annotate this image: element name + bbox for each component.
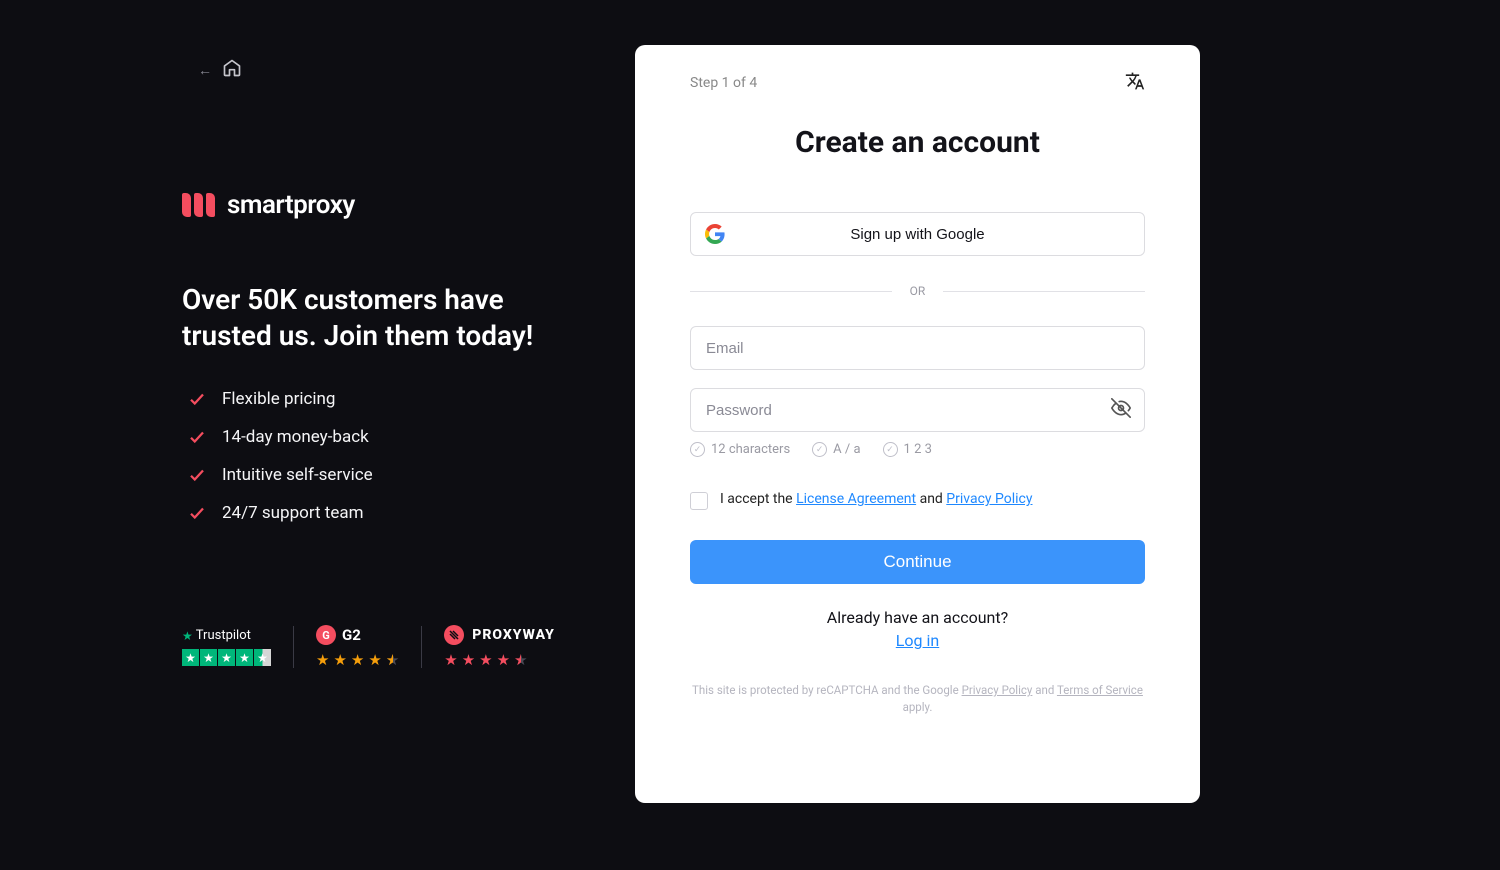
logo-mark-icon <box>182 193 215 217</box>
benefit-label: Flexible pricing <box>222 389 335 409</box>
reviews-row: ★ Trustpilot ★★★★★ G G2 ★★★★★ PROXYWAY ★… <box>182 625 577 669</box>
headline: Over 50K customers have trusted us. Join… <box>182 282 582 355</box>
google-signup-label: Sign up with Google <box>850 226 984 243</box>
g2-rating-icon: ★★★★★ <box>316 651 399 669</box>
benefit-label: 24/7 support team <box>222 503 364 523</box>
benefit-item: 14-day money-back <box>188 427 582 447</box>
proxyway-rating-icon: ★★★★★ <box>444 651 555 669</box>
pw-req-label: 12 characters <box>711 442 790 457</box>
g2-label: G2 <box>342 626 361 644</box>
eye-off-icon[interactable] <box>1111 398 1131 422</box>
proxyway-logo-icon <box>444 625 464 645</box>
consent-checkbox[interactable] <box>690 492 708 510</box>
card-title: Create an account <box>690 125 1145 160</box>
recaptcha-privacy-link[interactable]: Privacy Policy <box>962 683 1033 697</box>
or-label: OR <box>910 284 926 298</box>
email-input[interactable] <box>690 326 1145 370</box>
language-icon[interactable] <box>1125 71 1145 95</box>
password-input[interactable] <box>690 388 1145 432</box>
check-circle-icon: ✓ <box>883 442 898 457</box>
recaptcha-notice: This site is protected by reCAPTCHA and … <box>690 682 1145 717</box>
check-icon <box>188 504 206 522</box>
trustpilot-label: Trustpilot <box>196 628 251 643</box>
continue-button[interactable]: Continue <box>690 540 1145 584</box>
password-requirements: ✓ 12 characters ✓ A / a ✓ 1 2 3 <box>690 442 1145 457</box>
login-prompt: Already have an account? Log in <box>690 608 1145 650</box>
check-circle-icon: ✓ <box>690 442 705 457</box>
trustpilot-rating-icon: ★★★★★ <box>182 649 271 666</box>
benefit-item: Intuitive self-service <box>188 465 582 485</box>
signup-card: Step 1 of 4 Create an account Sign up wi… <box>635 45 1200 803</box>
trustpilot-star-icon: ★ <box>182 629 193 643</box>
marketing-panel: smartproxy Over 50K customers have trust… <box>182 190 582 541</box>
brand-name: smartproxy <box>227 190 355 220</box>
pw-req-label: 1 2 3 <box>904 442 932 457</box>
benefit-item: Flexible pricing <box>188 389 582 409</box>
proxyway-label: PROXYWAY <box>472 627 555 643</box>
back-home-link[interactable]: ← <box>198 58 242 82</box>
benefit-item: 24/7 support team <box>188 503 582 523</box>
proxyway-review: PROXYWAY ★★★★★ <box>422 625 577 669</box>
or-divider: OR <box>690 284 1145 298</box>
g2-review: G G2 ★★★★★ <box>294 625 421 669</box>
step-indicator: Step 1 of 4 <box>690 75 757 91</box>
check-icon <box>188 466 206 484</box>
back-arrow-icon: ← <box>198 62 212 79</box>
home-icon <box>222 58 242 82</box>
check-icon <box>188 390 206 408</box>
check-circle-icon: ✓ <box>812 442 827 457</box>
consent-row: I accept the License Agreement and Priva… <box>690 491 1145 510</box>
pw-req-label: A / a <box>833 442 860 457</box>
benefit-label: 14-day money-back <box>222 427 369 447</box>
brand-logo: smartproxy <box>182 190 582 220</box>
google-signup-button[interactable]: Sign up with Google <box>690 212 1145 256</box>
trustpilot-review: ★ Trustpilot ★★★★★ <box>182 628 293 666</box>
check-icon <box>188 428 206 446</box>
consent-text: I accept the License Agreement and Priva… <box>720 491 1032 507</box>
recaptcha-terms-link[interactable]: Terms of Service <box>1057 683 1143 697</box>
benefits-list: Flexible pricing 14-day money-back Intui… <box>182 389 582 523</box>
privacy-policy-link[interactable]: Privacy Policy <box>946 491 1032 507</box>
g2-logo-icon: G <box>316 625 336 645</box>
benefit-label: Intuitive self-service <box>222 465 373 485</box>
login-link[interactable]: Log in <box>690 631 1145 650</box>
license-agreement-link[interactable]: License Agreement <box>796 491 916 507</box>
google-logo-icon <box>705 224 725 244</box>
